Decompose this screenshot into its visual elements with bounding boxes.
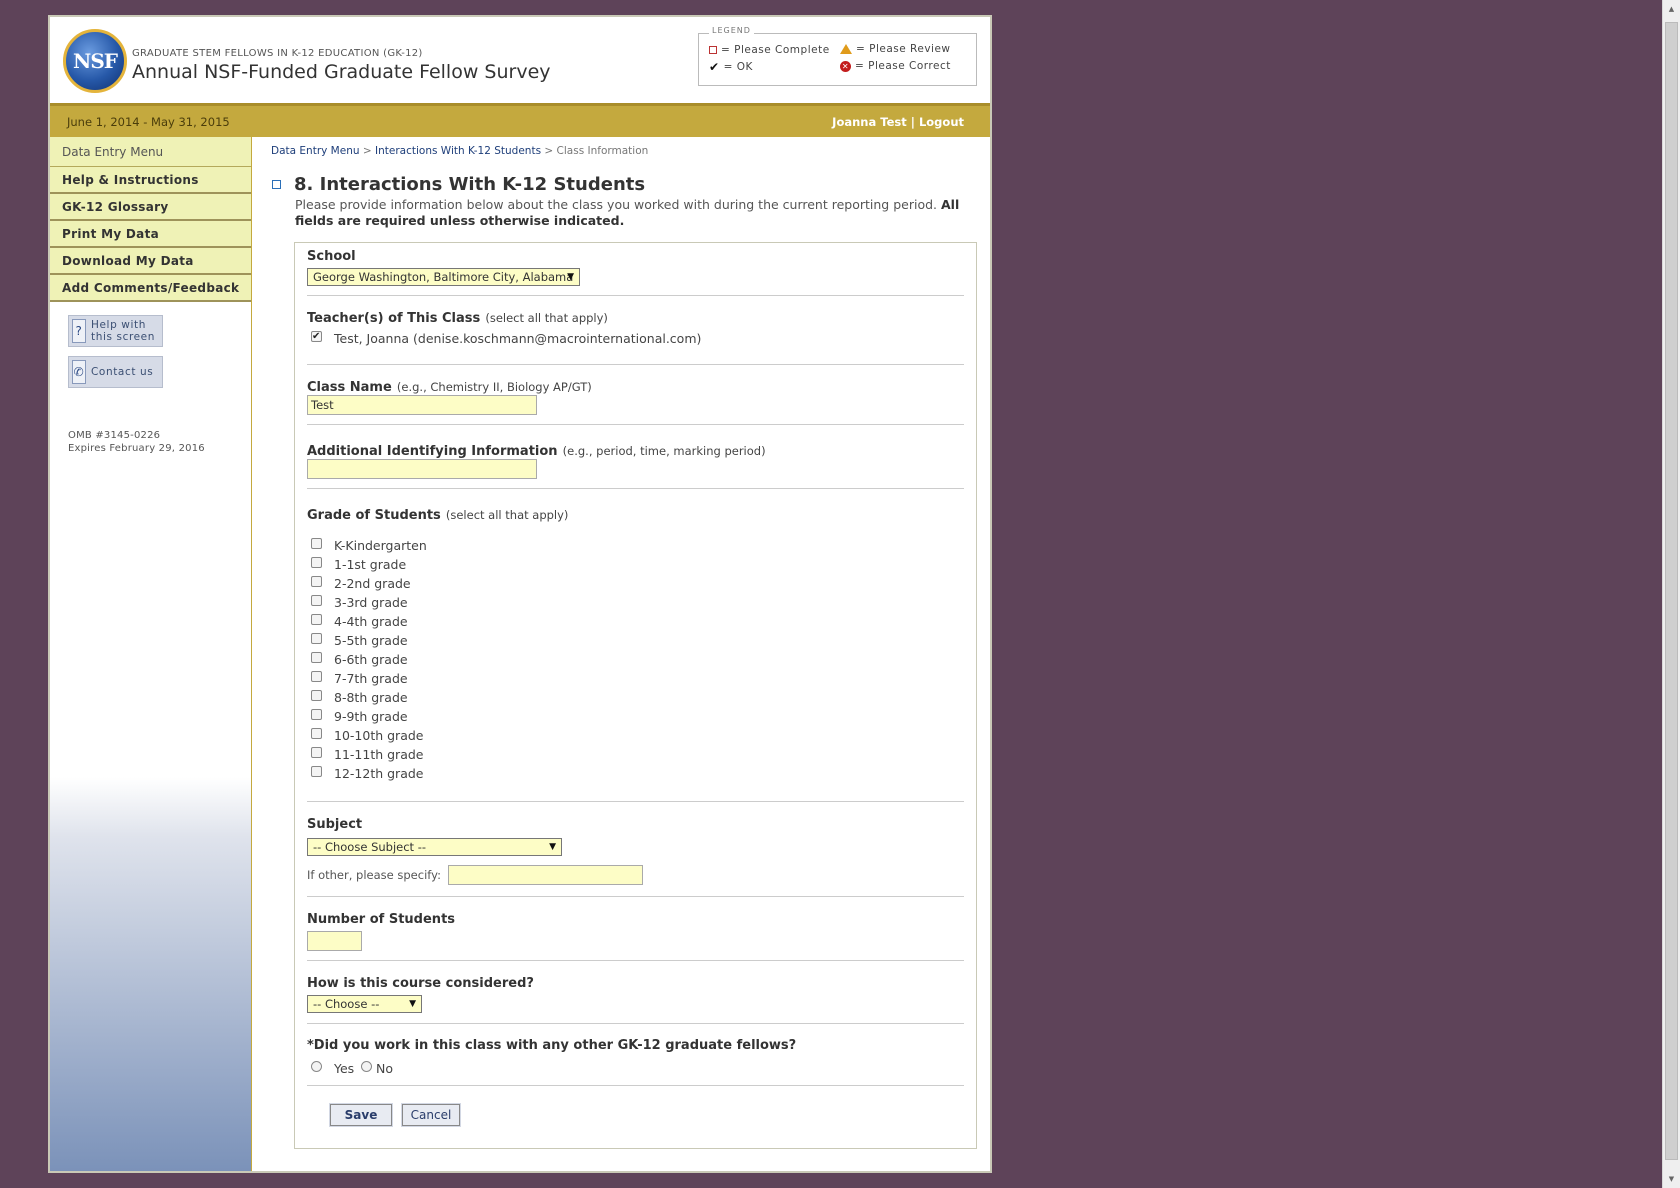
course-select[interactable]: -- Choose -- ▼	[307, 995, 422, 1013]
dropdown-arrow-icon: ▼	[409, 999, 416, 1009]
scroll-thumb[interactable]	[1665, 22, 1678, 1160]
divider	[307, 960, 964, 961]
grade-checkbox[interactable]	[311, 595, 322, 606]
top-bar: June 1, 2014 - May 31, 2015 Joanna Test …	[50, 103, 990, 137]
class-name-input[interactable]: Test	[307, 395, 537, 415]
grade-checkbox[interactable]	[311, 557, 322, 568]
scroll-up-icon[interactable]: ▲	[1663, 0, 1680, 18]
breadcrumb-interactions[interactable]: Interactions With K-12 Students	[375, 145, 541, 157]
status-incomplete-icon	[272, 180, 281, 189]
please-complete-icon	[709, 46, 717, 54]
sidebar-item-print[interactable]: Print My Data	[50, 221, 251, 248]
grade-checkbox[interactable]	[311, 671, 322, 682]
divider	[307, 424, 964, 425]
num-students-input[interactable]	[307, 931, 362, 951]
grade-checkbox[interactable]	[311, 633, 322, 644]
page-frame: NSF GRADUATE STEM FELLOWS IN K-12 EDUCAT…	[48, 15, 992, 1173]
sidebar: Data Entry Menu Help & Instructions GK-1…	[50, 137, 252, 1171]
legend-ok: ✔ = OK	[709, 60, 753, 74]
sidebar-item-download[interactable]: Download My Data	[50, 248, 251, 275]
teacher-checkbox[interactable]	[311, 328, 322, 346]
grade-checkbox[interactable]	[311, 576, 322, 587]
subject-other-input[interactable]	[448, 865, 643, 885]
divider	[307, 1085, 964, 1086]
scrollbar[interactable]: ▲ ▼	[1662, 0, 1680, 1188]
subject-label: Subject	[307, 817, 363, 832]
question-icon: ?	[72, 319, 86, 343]
num-students-label: Number of Students	[307, 912, 456, 927]
grades-label: Grade of Students (select all that apply…	[307, 508, 569, 523]
user-links: Joanna Test | Logout	[832, 115, 964, 129]
class-form: School George Washington, Baltimore City…	[294, 242, 977, 1149]
course-label: How is this course considered?	[307, 976, 534, 991]
additional-info-input[interactable]	[307, 459, 537, 479]
error-icon: ✕	[840, 60, 851, 72]
sidebar-item-comments[interactable]: Add Comments/Feedback	[50, 275, 251, 302]
grade-checkbox[interactable]	[311, 614, 322, 625]
divider	[307, 488, 964, 489]
school-label: School	[307, 249, 356, 264]
grade-checkbox[interactable]	[311, 728, 322, 739]
divider	[307, 896, 964, 897]
page-title: 8. Interactions With K-12 Students	[294, 174, 646, 195]
dropdown-arrow-icon: ▼	[567, 272, 574, 282]
sidebar-item-help-instructions[interactable]: Help & Instructions	[50, 167, 251, 194]
dropdown-arrow-icon: ▼	[549, 842, 556, 852]
grade-checkbox[interactable]	[311, 709, 322, 720]
breadcrumb-data-entry-menu[interactable]: Data Entry Menu	[271, 145, 360, 157]
contact-us-button[interactable]: ✆ Contact us	[68, 356, 163, 388]
header: NSF GRADUATE STEM FELLOWS IN K-12 EDUCAT…	[50, 17, 990, 103]
omb-info: OMB #3145-0226 Expires February 29, 2016	[68, 430, 205, 454]
breadcrumb: Data Entry Menu > Interactions With K-12…	[271, 145, 649, 157]
divider	[307, 295, 964, 296]
teachers-label: Teacher(s) of This Class (select all tha…	[307, 311, 608, 326]
breadcrumb-current: Class Information	[556, 145, 649, 157]
divider	[307, 364, 964, 365]
additional-info-label: Additional Identifying Information (e.g.…	[307, 444, 766, 459]
phone-icon: ✆	[72, 360, 86, 384]
grade-checkbox[interactable]	[311, 652, 322, 663]
grade-checkbox[interactable]	[311, 690, 322, 701]
legend-please-review: = Please Review	[840, 43, 951, 55]
logout-link[interactable]: Logout	[919, 115, 964, 129]
cancel-button[interactable]: Cancel	[401, 1103, 461, 1127]
reporting-period: June 1, 2014 - May 31, 2015	[67, 115, 230, 129]
user-name-link[interactable]: Joanna Test	[832, 115, 907, 129]
program-name: GRADUATE STEM FELLOWS IN K-12 EDUCATION …	[132, 48, 423, 59]
grade-checkbox[interactable]	[311, 538, 322, 549]
class-name-label: Class Name (e.g., Chemistry II, Biology …	[307, 380, 592, 395]
scroll-down-icon[interactable]: ▼	[1663, 1170, 1680, 1188]
grade-checkbox[interactable]	[311, 747, 322, 758]
legend-please-correct: ✕ = Please Correct	[840, 60, 951, 72]
help-screen-button[interactable]: ? Help with this screen	[68, 315, 163, 347]
intro-text: Please provide information below about t…	[295, 197, 960, 228]
survey-title: Annual NSF-Funded Graduate Fellow Survey	[132, 61, 551, 83]
grade-checkbox[interactable]	[311, 766, 322, 777]
data-entry-menu-link[interactable]: Data Entry Menu	[50, 137, 251, 167]
divider	[307, 801, 964, 802]
separator: |	[910, 115, 915, 129]
checkmark-icon: ✔	[709, 60, 720, 74]
school-select[interactable]: George Washington, Baltimore City, Alaba…	[307, 268, 580, 286]
legend: LEGEND = Please Complete = Please Review…	[698, 26, 977, 86]
sidebar-item-glossary[interactable]: GK-12 Glossary	[50, 194, 251, 221]
divider	[307, 1023, 964, 1024]
warning-icon	[840, 44, 852, 54]
subject-select[interactable]: -- Choose Subject -- ▼	[307, 838, 562, 856]
no-radio[interactable]	[361, 1061, 372, 1072]
yes-radio[interactable]	[311, 1061, 322, 1072]
nsf-logo: NSF	[63, 29, 127, 93]
save-button[interactable]: Save	[329, 1103, 393, 1127]
legend-title: LEGEND	[709, 26, 754, 35]
legend-please-complete: = Please Complete	[709, 44, 830, 56]
other-fellows-label: *Did you work in this class with any oth…	[307, 1038, 797, 1053]
